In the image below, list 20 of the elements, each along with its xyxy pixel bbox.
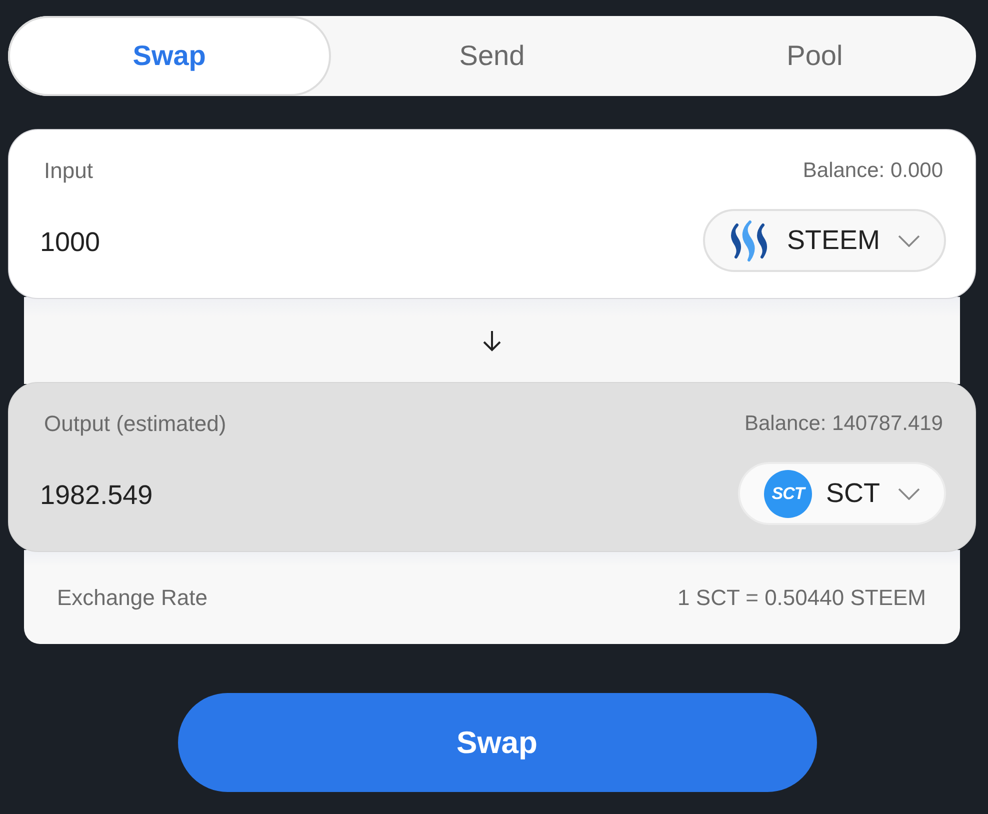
token-symbol: STEEM xyxy=(786,225,880,256)
chevron-down-icon xyxy=(898,234,920,246)
rate-value: 1 SCT = 0.50440 STEEM xyxy=(678,585,926,611)
tab[interactable]: Send xyxy=(330,16,654,96)
arrow-down-icon xyxy=(482,330,502,352)
chevron-down-icon xyxy=(898,488,920,500)
swap-button[interactable]: Swap xyxy=(178,693,816,792)
amount-field[interactable]: 1982.549 xyxy=(40,476,340,511)
tab[interactable]: Pool xyxy=(653,16,976,96)
token-logo: SCT xyxy=(764,470,812,518)
panel-label: Output (estimated) xyxy=(44,411,226,437)
token-selector[interactable]: SCT SCT xyxy=(738,462,946,525)
balance-text: Balance: 0.000 xyxy=(802,159,943,183)
tab[interactable]: Swap xyxy=(8,16,331,96)
balance-text: Balance: 140787.419 xyxy=(744,412,943,436)
token-selector[interactable]: STEEM xyxy=(702,209,946,272)
panel-label: Input xyxy=(44,158,93,184)
amount-field[interactable]: 1000 xyxy=(40,223,340,258)
rate-label: Exchange Rate xyxy=(57,585,208,611)
token-symbol: SCT xyxy=(826,478,880,509)
